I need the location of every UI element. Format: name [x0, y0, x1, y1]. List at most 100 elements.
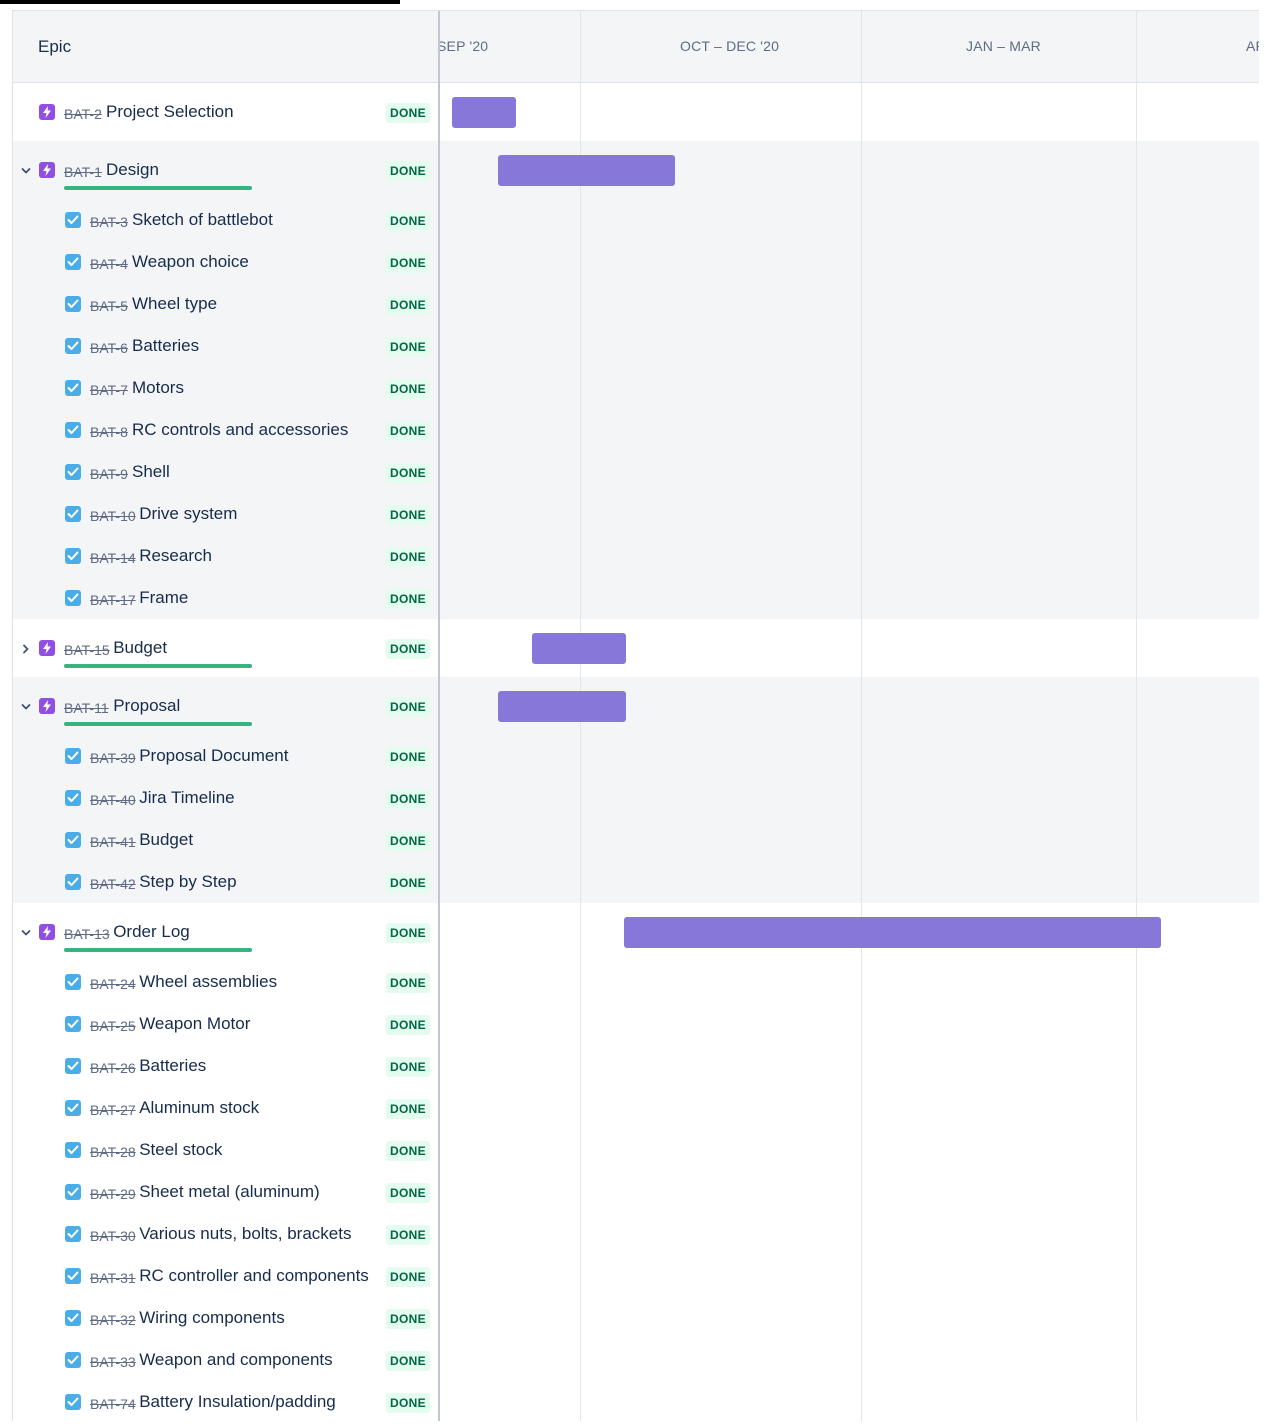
- child-row-bat-25[interactable]: BAT-25 Weapon Motor DONE: [12, 1004, 438, 1046]
- issue-summary[interactable]: Sketch of battlebot: [132, 210, 273, 230]
- column-resize-handle[interactable]: [438, 11, 440, 1421]
- issue-key[interactable]: BAT-39: [90, 750, 136, 766]
- issue-key[interactable]: BAT-27: [90, 1102, 136, 1118]
- issue-summary[interactable]: Shell: [132, 462, 170, 482]
- issue-key[interactable]: BAT-30: [90, 1228, 136, 1244]
- child-row-bat-14[interactable]: BAT-14 Research DONE: [12, 536, 438, 578]
- issue-key[interactable]: BAT-14: [90, 550, 136, 566]
- issue-summary[interactable]: Project Selection: [106, 102, 234, 122]
- issue-summary[interactable]: Battery Insulation/padding: [139, 1392, 336, 1412]
- issue-key[interactable]: BAT-13: [64, 926, 110, 942]
- child-row-bat-30[interactable]: BAT-30 Various nuts, bolts, brackets DONE: [12, 1214, 438, 1256]
- issue-key[interactable]: BAT-74: [90, 1396, 136, 1412]
- issue-key[interactable]: BAT-7: [90, 382, 128, 398]
- issue-summary[interactable]: Budget: [139, 830, 193, 850]
- issue-key[interactable]: BAT-11: [64, 700, 109, 716]
- issue-summary[interactable]: RC controls and accessories: [132, 420, 348, 440]
- issue-summary[interactable]: Drive system: [139, 504, 237, 524]
- issue-summary[interactable]: Proposal: [113, 696, 180, 716]
- issue-key[interactable]: BAT-31: [90, 1270, 136, 1286]
- issue-summary[interactable]: Aluminum stock: [139, 1098, 259, 1118]
- issue-key[interactable]: BAT-8: [90, 424, 128, 440]
- child-row-bat-7[interactable]: BAT-7 Motors DONE: [12, 368, 438, 410]
- timeline-bar-bat-15[interactable]: [532, 633, 626, 664]
- child-row-bat-32[interactable]: BAT-32 Wiring components DONE: [12, 1298, 438, 1340]
- issue-key[interactable]: BAT-1: [64, 164, 102, 180]
- issue-summary[interactable]: RC controller and components: [139, 1266, 369, 1286]
- issue-key[interactable]: BAT-17: [90, 592, 136, 608]
- issue-summary[interactable]: Steel stock: [139, 1140, 222, 1160]
- child-row-bat-3[interactable]: BAT-3 Sketch of battlebot DONE: [12, 200, 438, 242]
- issue-key[interactable]: BAT-32: [90, 1312, 136, 1328]
- issue-summary[interactable]: Batteries: [139, 1056, 206, 1076]
- child-row-bat-42[interactable]: BAT-42 Step by Step DONE: [12, 862, 438, 904]
- issue-key[interactable]: BAT-25: [90, 1018, 136, 1034]
- issue-summary[interactable]: Weapon and components: [139, 1350, 332, 1370]
- issue-summary[interactable]: Research: [139, 546, 212, 566]
- child-row-bat-39[interactable]: BAT-39 Proposal Document DONE: [12, 736, 438, 778]
- issue-summary[interactable]: Wiring components: [139, 1308, 285, 1328]
- child-row-bat-17[interactable]: BAT-17 Frame DONE: [12, 578, 438, 620]
- issue-summary[interactable]: Jira Timeline: [139, 788, 234, 808]
- issue-summary[interactable]: Step by Step: [139, 872, 236, 892]
- issue-key[interactable]: BAT-4: [90, 256, 128, 272]
- issue-summary[interactable]: Design: [106, 160, 159, 180]
- epic-row-bat-11[interactable]: BAT-11 Proposal DONE: [12, 686, 438, 728]
- timeline-bar-bat-1[interactable]: [498, 155, 675, 186]
- issue-key[interactable]: BAT-42: [90, 876, 136, 892]
- child-row-bat-6[interactable]: BAT-6 Batteries DONE: [12, 326, 438, 368]
- issue-key[interactable]: BAT-40: [90, 792, 136, 808]
- issue-summary[interactable]: Wheel type: [132, 294, 217, 314]
- issue-key[interactable]: BAT-33: [90, 1354, 136, 1370]
- child-row-bat-74[interactable]: BAT-74 Battery Insulation/padding DONE: [12, 1382, 438, 1424]
- timeline-bar-bat-13[interactable]: [624, 917, 1161, 948]
- issue-summary[interactable]: Budget: [113, 638, 167, 658]
- issue-summary[interactable]: Weapon Motor: [139, 1014, 250, 1034]
- issue-summary[interactable]: Motors: [132, 378, 184, 398]
- epic-row-bat-1[interactable]: BAT-1 Design DONE: [12, 150, 438, 192]
- chevron-down-icon[interactable]: [21, 702, 31, 712]
- child-row-bat-4[interactable]: BAT-4 Weapon choice DONE: [12, 242, 438, 284]
- child-row-bat-40[interactable]: BAT-40 Jira Timeline DONE: [12, 778, 438, 820]
- issue-key[interactable]: BAT-15: [64, 642, 110, 658]
- epic-row-bat-13[interactable]: BAT-13 Order Log DONE: [12, 912, 438, 954]
- child-row-bat-5[interactable]: BAT-5 Wheel type DONE: [12, 284, 438, 326]
- child-row-bat-29[interactable]: BAT-29 Sheet metal (aluminum) DONE: [12, 1172, 438, 1214]
- issue-key[interactable]: BAT-6: [90, 340, 128, 356]
- issue-key[interactable]: BAT-24: [90, 976, 136, 992]
- issue-key[interactable]: BAT-29: [90, 1186, 136, 1202]
- issue-key[interactable]: BAT-26: [90, 1060, 136, 1076]
- child-row-bat-33[interactable]: BAT-33 Weapon and components DONE: [12, 1340, 438, 1382]
- child-row-bat-24[interactable]: BAT-24 Wheel assemblies DONE: [12, 962, 438, 1004]
- timeline-bar-bat-11[interactable]: [498, 691, 626, 722]
- child-row-bat-31[interactable]: BAT-31 RC controller and components DONE: [12, 1256, 438, 1298]
- issue-key[interactable]: BAT-28: [90, 1144, 136, 1160]
- child-row-bat-41[interactable]: BAT-41 Budget DONE: [12, 820, 438, 862]
- epic-row-bat-2[interactable]: BAT-2 Project Selection DONE: [12, 92, 438, 134]
- issue-key[interactable]: BAT-41: [90, 834, 136, 850]
- child-row-bat-9[interactable]: BAT-9 Shell DONE: [12, 452, 438, 494]
- child-row-bat-27[interactable]: BAT-27 Aluminum stock DONE: [12, 1088, 438, 1130]
- issue-key[interactable]: BAT-2: [64, 106, 102, 122]
- issue-summary[interactable]: Sheet metal (aluminum): [139, 1182, 319, 1202]
- child-row-bat-8[interactable]: BAT-8 RC controls and accessories DONE: [12, 410, 438, 452]
- issue-summary[interactable]: Order Log: [113, 922, 190, 942]
- chevron-down-icon[interactable]: [21, 928, 31, 938]
- chevron-down-icon[interactable]: [21, 166, 31, 176]
- timeline-bar-bat-2[interactable]: [452, 97, 516, 128]
- epic-row-bat-15[interactable]: BAT-15 Budget DONE: [12, 628, 438, 670]
- child-row-bat-28[interactable]: BAT-28 Steel stock DONE: [12, 1130, 438, 1172]
- issue-key[interactable]: BAT-10: [90, 508, 136, 524]
- chevron-right-icon[interactable]: [21, 644, 31, 654]
- child-row-bat-10[interactable]: BAT-10 Drive system DONE: [12, 494, 438, 536]
- issue-summary[interactable]: Frame: [139, 588, 188, 608]
- issue-key[interactable]: BAT-5: [90, 298, 128, 314]
- issue-summary[interactable]: Various nuts, bolts, brackets: [139, 1224, 351, 1244]
- issue-summary[interactable]: Wheel assemblies: [139, 972, 277, 992]
- issue-summary[interactable]: Batteries: [132, 336, 199, 356]
- issue-key[interactable]: BAT-3: [90, 214, 128, 230]
- child-row-bat-26[interactable]: BAT-26 Batteries DONE: [12, 1046, 438, 1088]
- issue-summary[interactable]: Weapon choice: [132, 252, 249, 272]
- issue-key[interactable]: BAT-9: [90, 466, 128, 482]
- issue-summary[interactable]: Proposal Document: [139, 746, 288, 766]
